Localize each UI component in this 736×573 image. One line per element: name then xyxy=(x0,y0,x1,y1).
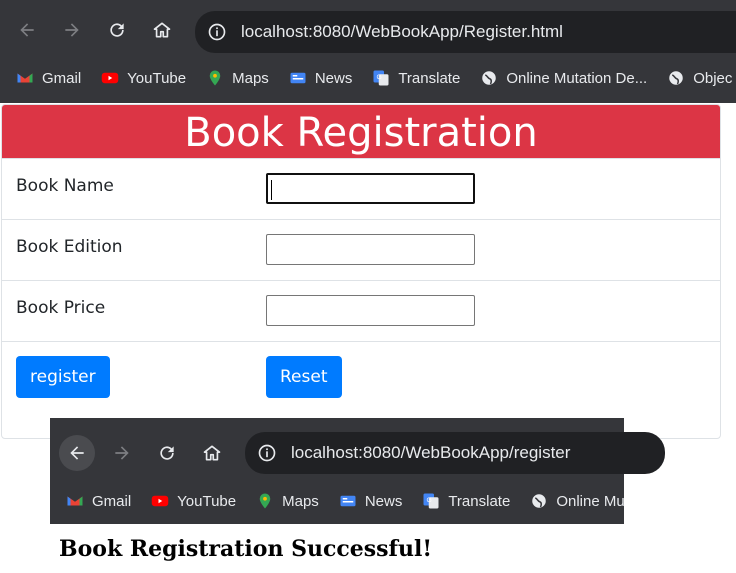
arrow-right-icon xyxy=(115,446,129,460)
success-message: Book Registration Successful! xyxy=(59,536,433,562)
browser-window-top: localhost:8080/WebBookApp/Register.html … xyxy=(0,0,736,103)
bookmark-label: Objec xyxy=(693,69,733,87)
bookmark-label: Online Mutation De... xyxy=(506,69,648,87)
back-button[interactable] xyxy=(59,435,95,471)
bookmark-label: Gmail xyxy=(92,492,132,510)
reload-button[interactable] xyxy=(149,435,185,471)
gmail-icon xyxy=(16,69,34,87)
browser-toolbar: localhost:8080/WebBookApp/Register.html xyxy=(0,0,736,58)
gmail-icon xyxy=(66,492,84,510)
url-text: localhost:8080/WebBookApp/Register.html xyxy=(241,22,563,41)
book-name-label: Book Name xyxy=(16,176,114,196)
bookmark-label: Translate xyxy=(398,69,461,87)
bookmark-objec[interactable]: Objec xyxy=(667,69,732,87)
youtube-icon xyxy=(151,492,169,510)
bookmark-news[interactable]: News xyxy=(339,492,403,510)
youtube-icon xyxy=(101,69,119,87)
book-edition-label: Book Edition xyxy=(16,237,123,257)
forward-button[interactable] xyxy=(54,12,90,48)
info-icon[interactable] xyxy=(207,22,227,42)
bookmark-label: Online Mu xyxy=(556,492,625,510)
home-icon xyxy=(153,22,171,38)
reset-button[interactable]: Reset xyxy=(266,356,342,398)
bookmarks-bar: Gmail YouTube Maps News G Translate Onli… xyxy=(50,485,625,517)
news-icon xyxy=(289,69,307,87)
svg-text:G: G xyxy=(427,497,432,504)
back-button[interactable] xyxy=(9,12,45,48)
bookmark-gmail[interactable]: Gmail xyxy=(16,69,81,87)
bookmark-label: Translate xyxy=(448,492,511,510)
bookmark-label: Maps xyxy=(232,69,269,87)
bookmark-maps[interactable]: Maps xyxy=(206,69,269,87)
arrow-right-icon xyxy=(65,23,79,37)
bookmark-news[interactable]: News xyxy=(289,69,353,87)
bookmark-youtube[interactable]: YouTube xyxy=(151,492,236,510)
register-button[interactable]: register xyxy=(16,356,110,398)
globe-icon xyxy=(667,69,685,87)
translate-icon: G xyxy=(422,492,440,510)
globe-icon xyxy=(530,492,548,510)
maps-icon xyxy=(256,492,274,510)
home-icon xyxy=(203,445,221,461)
bookmark-label: Gmail xyxy=(42,69,82,87)
arrow-left-icon xyxy=(70,446,84,460)
bookmark-label: News xyxy=(314,69,353,87)
bookmark-label: YouTube xyxy=(177,492,237,510)
bookmark-youtube[interactable]: YouTube xyxy=(101,69,186,87)
bookmark-translate[interactable]: G Translate xyxy=(422,492,510,510)
bookmark-gmail[interactable]: Gmail xyxy=(66,492,131,510)
home-button[interactable] xyxy=(144,12,180,48)
bookmark-translate[interactable]: G Translate xyxy=(372,69,460,87)
browser-toolbar: localhost:8080/WebBookApp/register xyxy=(50,418,665,478)
bookmark-label: Maps xyxy=(282,492,319,510)
reload-button[interactable] xyxy=(99,12,135,48)
form-row-book-price: Book Price xyxy=(2,280,720,341)
home-button[interactable] xyxy=(194,435,230,471)
browser-window-bottom: localhost:8080/WebBookApp/register Gmail… xyxy=(50,418,665,524)
svg-text:G: G xyxy=(377,74,382,81)
book-edition-input[interactable] xyxy=(266,234,475,265)
bookmark-maps[interactable]: Maps xyxy=(256,492,319,510)
book-name-input[interactable] xyxy=(266,173,475,204)
bookmark-label: News xyxy=(364,492,403,510)
url-text: localhost:8080/WebBookApp/register xyxy=(291,443,571,462)
address-bar[interactable]: localhost:8080/WebBookApp/Register.html xyxy=(195,11,736,53)
globe-icon xyxy=(480,69,498,87)
info-icon[interactable] xyxy=(257,443,277,463)
registration-card: Book Registration Book Name Book Edition… xyxy=(1,104,721,439)
address-bar[interactable]: localhost:8080/WebBookApp/register xyxy=(245,432,665,474)
maps-icon xyxy=(206,69,224,87)
reload-icon xyxy=(110,23,124,37)
book-price-label: Book Price xyxy=(16,298,106,318)
bookmark-label: YouTube xyxy=(127,69,187,87)
forward-button[interactable] xyxy=(104,435,140,471)
text-caret xyxy=(271,180,272,200)
news-icon xyxy=(339,492,357,510)
bookmark-online-mutation[interactable]: Online Mutation De... xyxy=(480,69,647,87)
book-price-input[interactable] xyxy=(266,295,475,326)
arrow-left-icon xyxy=(20,23,34,37)
translate-icon: G xyxy=(372,69,390,87)
page-title: Book Registration xyxy=(2,105,720,158)
bookmarks-bar: Gmail YouTube Maps News G Translate Onli… xyxy=(0,62,736,94)
form-row-book-name: Book Name xyxy=(2,158,720,219)
bookmark-online-mutation[interactable]: Online Mu xyxy=(530,492,625,510)
reload-icon xyxy=(160,446,174,460)
form-row-actions: register Reset xyxy=(2,341,720,430)
form-row-book-edition: Book Edition xyxy=(2,219,720,280)
